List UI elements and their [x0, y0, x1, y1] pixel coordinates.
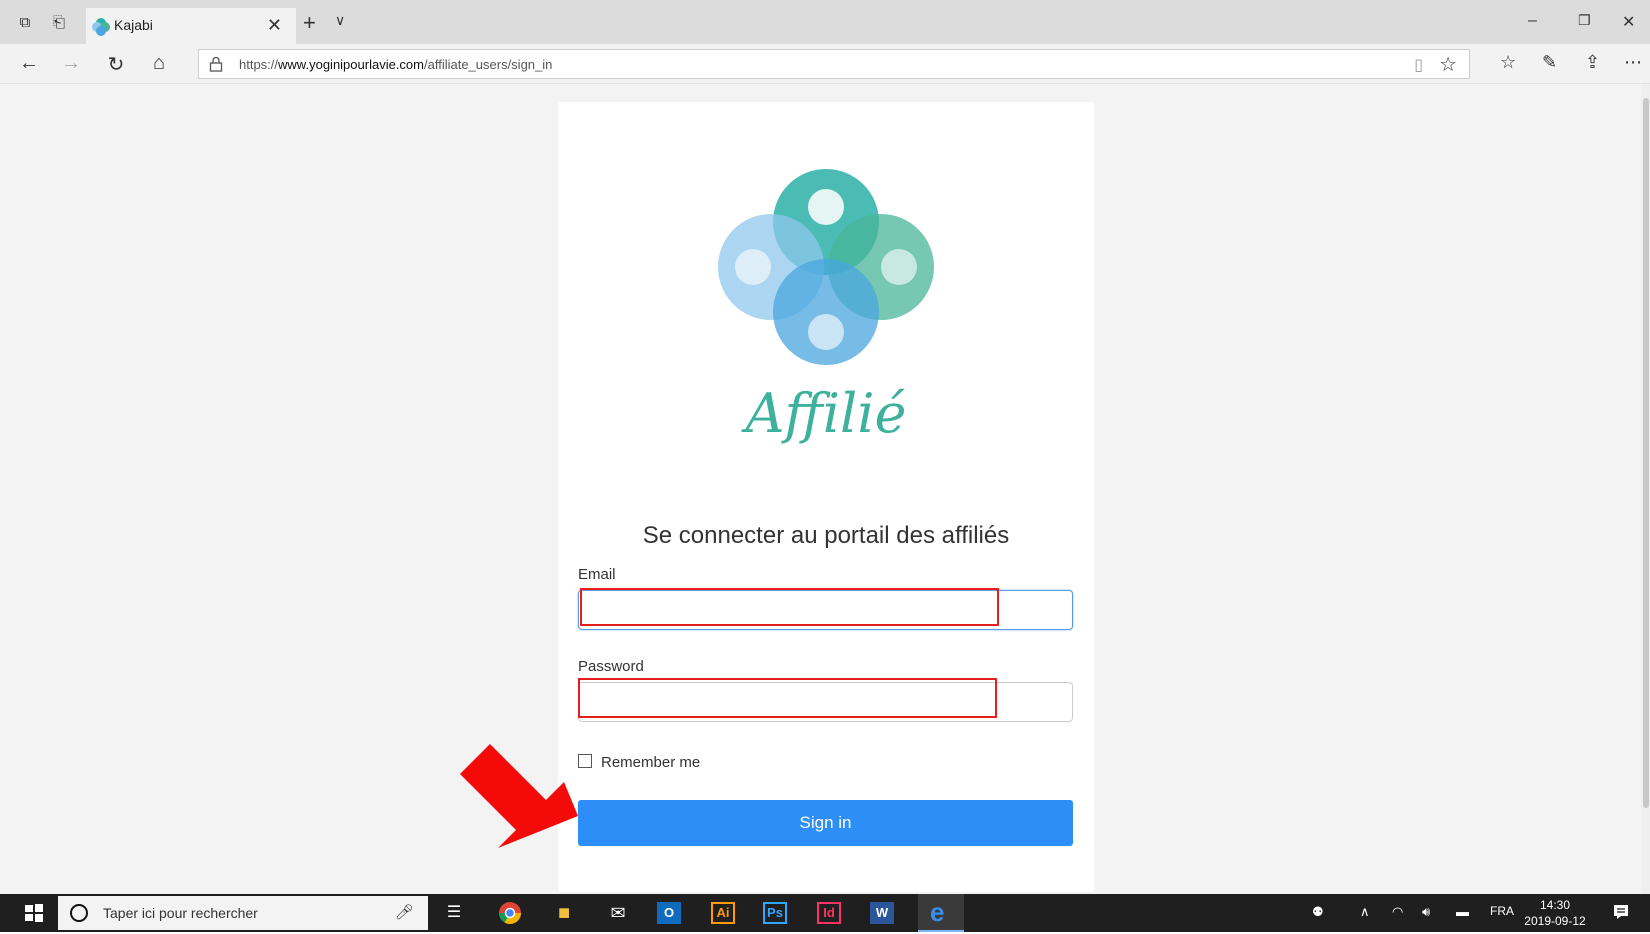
wifi-icon[interactable]: ◠: [1392, 904, 1403, 920]
forward-icon[interactable]: →: [58, 52, 84, 75]
remember-me-checkbox[interactable]: [578, 754, 592, 768]
task-view-icon[interactable]: ☰: [440, 900, 468, 926]
notification-icon[interactable]: [1612, 903, 1630, 921]
illustrator-icon[interactable]: Ai: [711, 902, 735, 924]
microphone-icon[interactable]: 🎤︎: [395, 903, 414, 921]
tab-actions-icon[interactable]: ⧉: [16, 14, 34, 32]
tab-title: Kajabi: [114, 17, 153, 33]
email-field[interactable]: [578, 590, 1073, 630]
browser-tab-bar: ⧉ ⎗ Kajabi ✕ + ∨ – ❐ ✕: [0, 0, 1650, 44]
photoshop-icon[interactable]: Ps: [763, 902, 787, 924]
red-arrow-icon: [460, 744, 578, 848]
back-icon[interactable]: ←: [16, 52, 42, 75]
share-icon[interactable]: ⇪: [1585, 52, 1600, 73]
close-window-icon[interactable]: ✕: [1622, 12, 1635, 32]
battery-icon[interactable]: ▬: [1456, 904, 1469, 919]
address-bar[interactable]: https://www.yoginipourlavie.com/affiliat…: [198, 49, 1470, 79]
chevron-up-icon[interactable]: ∧: [1360, 904, 1370, 920]
scrollbar[interactable]: [1641, 84, 1650, 894]
password-label: Password: [578, 658, 644, 675]
affilie-logo: Affilié: [718, 169, 934, 445]
kajabi-favicon-icon: [92, 18, 110, 36]
cortana-icon: [70, 904, 88, 922]
taskbar-search[interactable]: Taper ici pour rechercher 🎤︎: [58, 896, 428, 930]
lock-icon: [209, 56, 223, 72]
minimize-icon[interactable]: –: [1528, 12, 1537, 30]
reading-view-icon[interactable]: ▯: [1414, 55, 1423, 75]
set-tabs-aside-icon[interactable]: ⎗: [50, 14, 68, 32]
tab-close-icon[interactable]: ✕: [267, 15, 282, 36]
page-title: Se connecter au portail des affiliés: [642, 522, 1010, 549]
restore-icon[interactable]: ❐: [1578, 12, 1591, 29]
pen-icon[interactable]: ✎: [1542, 52, 1557, 73]
sign-in-button[interactable]: Sign in: [578, 800, 1073, 846]
new-tab-icon[interactable]: +: [303, 10, 316, 36]
word-icon[interactable]: W: [870, 902, 894, 924]
login-card: Affilié Se connecter au portail des affi…: [558, 102, 1094, 892]
url-text: https://www.yoginipourlavie.com/affiliat…: [239, 57, 553, 72]
chrome-icon[interactable]: [496, 900, 524, 926]
favorite-star-icon[interactable]: ☆: [1439, 52, 1457, 77]
language-indicator[interactable]: FRA: [1490, 904, 1514, 918]
email-label: Email: [578, 566, 616, 583]
taskbar-edge-active[interactable]: e: [918, 894, 964, 932]
mail-icon[interactable]: ✉: [604, 900, 632, 926]
search-placeholder: Taper ici pour rechercher: [103, 905, 258, 921]
edge-icon: e: [930, 897, 945, 927]
outlook-icon[interactable]: O: [657, 902, 681, 924]
favorites-hub-icon[interactable]: ☆: [1500, 52, 1516, 73]
tab-active[interactable]: Kajabi ✕: [86, 8, 296, 44]
chevron-down-icon[interactable]: ∨: [335, 12, 345, 29]
taskbar-clock[interactable]: 14:30 2019-09-12: [1520, 897, 1590, 929]
scrollbar-thumb[interactable]: [1643, 98, 1649, 808]
password-field[interactable]: [578, 682, 1073, 722]
home-icon[interactable]: ⌂: [146, 52, 172, 75]
people-icon[interactable]: ⚉: [1312, 904, 1324, 920]
file-explorer-icon[interactable]: ■: [550, 900, 578, 926]
refresh-icon[interactable]: ↻: [103, 52, 129, 77]
logo-text: Affilié: [740, 382, 906, 445]
clock-time: 14:30: [1539, 898, 1571, 912]
browser-toolbar: ← → ↻ ⌂ https://www.yoginipourlavie.com/…: [0, 44, 1650, 84]
volume-icon[interactable]: 🔊︎: [1422, 904, 1430, 920]
windows-start-icon[interactable]: [24, 903, 44, 923]
remember-me-label: Remember me: [601, 754, 701, 771]
windows-taskbar: Taper ici pour rechercher 🎤︎ ☰ ■ ✉ O Ai …: [0, 894, 1650, 932]
clock-date: 2019-09-12: [1524, 914, 1586, 928]
page-viewport: Affilié Se connecter au portail des affi…: [0, 84, 1650, 894]
indesign-icon[interactable]: Id: [817, 902, 841, 924]
more-icon[interactable]: ⋯: [1624, 52, 1642, 73]
